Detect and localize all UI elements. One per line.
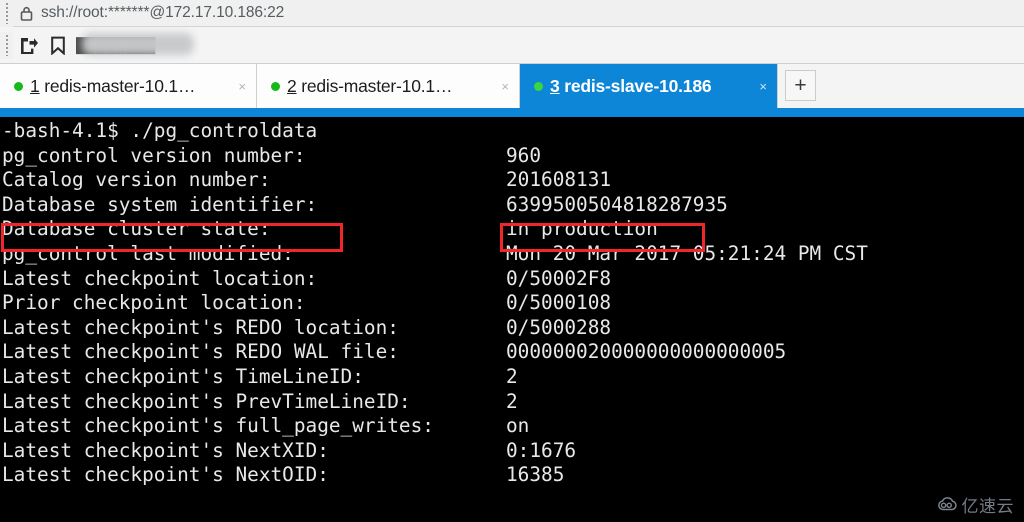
send-to-icon[interactable]: [13, 30, 43, 60]
terminal-row-key: Latest checkpoint's REDO WAL file:: [2, 340, 399, 364]
terminal-row: Prior checkpoint location: 0/5000108: [0, 291, 1024, 316]
drag-grip-icon[interactable]: [0, 0, 13, 27]
terminal-row-key: Prior checkpoint location:: [2, 291, 306, 315]
lock-icon: [13, 0, 39, 27]
terminal-row-value: 0/5000288: [506, 315, 612, 339]
terminal-row: Latest checkpoint's PrevTimeLineID: 2: [0, 390, 1024, 415]
tab-title-1: redis-master-10.1…: [39, 75, 196, 96]
terminal-row-value: in production: [506, 217, 658, 241]
terminal-row: Database system identifier: 6399500504818…: [0, 193, 1024, 218]
redacted-toolbar-field[interactable]: ████████: [76, 32, 198, 58]
tab-3[interactable]: 3 redis-slave-10.186 ×: [520, 64, 778, 108]
watermark-text: 亿速云: [961, 497, 1014, 517]
terminal-row-value: on: [506, 414, 530, 438]
terminal-row-key: Database system identifier:: [2, 192, 318, 216]
terminal-row: Latest checkpoint's full_page_writes: on: [0, 414, 1024, 439]
tab-close-icon-3[interactable]: ×: [755, 79, 771, 94]
terminal-row-key: Latest checkpoint location:: [2, 266, 318, 290]
tab-status-dot-icon: [271, 81, 280, 91]
blur-overlay: [82, 32, 194, 55]
terminal-row-value: 201608131: [506, 168, 612, 192]
tab-index-1: 1: [30, 75, 40, 96]
terminal-row-key: Latest checkpoint's full_page_writes:: [2, 414, 434, 438]
window-title: ssh://root:*******@172.17.10.186:22: [41, 4, 285, 21]
terminal-row-key: Latest checkpoint's NextOID:: [2, 463, 329, 487]
tab-index-3: 3: [550, 75, 560, 96]
tab-index-2: 2: [287, 75, 297, 96]
tab-close-icon-2[interactable]: ×: [497, 79, 513, 94]
terminal-row-value: 0:1676: [506, 438, 577, 462]
terminal-row: Latest checkpoint's NextOID: 16385: [0, 463, 1024, 488]
tab-close-icon-1[interactable]: ×: [234, 79, 250, 94]
terminal-row-value: Mon 20 Mar 2017 05:21:24 PM CST: [506, 241, 868, 265]
terminal-row-key: Latest checkpoint's REDO location:: [2, 315, 399, 339]
terminal-row-value: 16385: [506, 463, 565, 487]
terminal-output-pane[interactable]: -bash-4.1$ ./pg_controldata pg_control v…: [0, 117, 1024, 522]
terminal-row-value: 0/50002F8: [506, 266, 612, 290]
watermark: 亿速云: [930, 489, 1021, 520]
tab-status-dot-icon: [534, 81, 543, 91]
toolbar-drag-grip-icon[interactable]: [0, 31, 13, 59]
terminal-application-window: ssh://root:*******@172.17.10.186:22 ████…: [0, 0, 1024, 522]
terminal-row: Latest checkpoint location: 0/50002F8: [0, 267, 1024, 292]
terminal-row-value: 000000020000000000000005: [506, 340, 787, 364]
tab-label-2: 2 redis-master-10.1…: [287, 76, 493, 97]
terminal-row-key: Database cluster state:: [2, 217, 271, 241]
terminal-row-value: 960: [506, 143, 542, 167]
tab-status-dot-icon: [14, 81, 23, 91]
terminal-row-key: Latest checkpoint's PrevTimeLineID:: [2, 389, 411, 413]
terminal-row-key: Latest checkpoint's NextXID:: [2, 438, 329, 462]
terminal-row-key: Latest checkpoint's TimeLineID:: [2, 364, 364, 388]
terminal-row: Database cluster state: in production: [0, 217, 1024, 242]
terminal-row: pg_control last modified: Mon 20 Mar 2017…: [0, 242, 1024, 267]
terminal-row-value: 2: [506, 364, 518, 388]
cloud-icon: [937, 497, 957, 511]
terminal-row: Catalog version number: 201608131: [0, 168, 1024, 193]
prompt-text: -bash-4.1$ ./pg_controldata: [2, 119, 318, 142]
tab-title-3: redis-slave-10.186: [559, 75, 712, 96]
tab-2[interactable]: 2 redis-master-10.1… ×: [257, 64, 520, 108]
terminal-row: Latest checkpoint's NextXID: 0:1676: [0, 439, 1024, 464]
terminal-row: Latest checkpoint's REDO WAL file: 000000…: [0, 340, 1024, 365]
terminal-row: pg_control version number: 960: [0, 144, 1024, 169]
new-tab-button[interactable]: +: [785, 70, 816, 101]
tab-label-3: 3 redis-slave-10.186: [550, 76, 751, 97]
tab-strip-accent-bar: [0, 108, 1024, 117]
terminal-row: Latest checkpoint's REDO location: 0/5000…: [0, 316, 1024, 341]
terminal-row-key: pg_control version number:: [2, 143, 306, 167]
title-bar: ssh://root:*******@172.17.10.186:22: [0, 0, 1024, 27]
tab-1[interactable]: 1 redis-master-10.1… ×: [0, 64, 257, 108]
terminal-prompt-line: -bash-4.1$ ./pg_controldata: [0, 119, 1024, 144]
tab-title-2: redis-master-10.1…: [296, 75, 453, 96]
terminal-row-key: Catalog version number:: [2, 168, 271, 192]
tab-label-1: 1 redis-master-10.1…: [30, 76, 230, 97]
bookmark-icon[interactable]: [43, 30, 73, 60]
terminal-row-value: 0/5000108: [506, 291, 612, 315]
terminal-lines: -bash-4.1$ ./pg_controldata pg_control v…: [0, 117, 1024, 488]
toolbar: ████████: [0, 27, 1024, 64]
terminal-row-value: 6399500504818287935: [506, 192, 728, 216]
terminal-row-value: 2: [506, 389, 518, 413]
terminal-row: Latest checkpoint's TimeLineID: 2: [0, 365, 1024, 390]
terminal-row-key: pg_control last modified:: [2, 241, 294, 265]
